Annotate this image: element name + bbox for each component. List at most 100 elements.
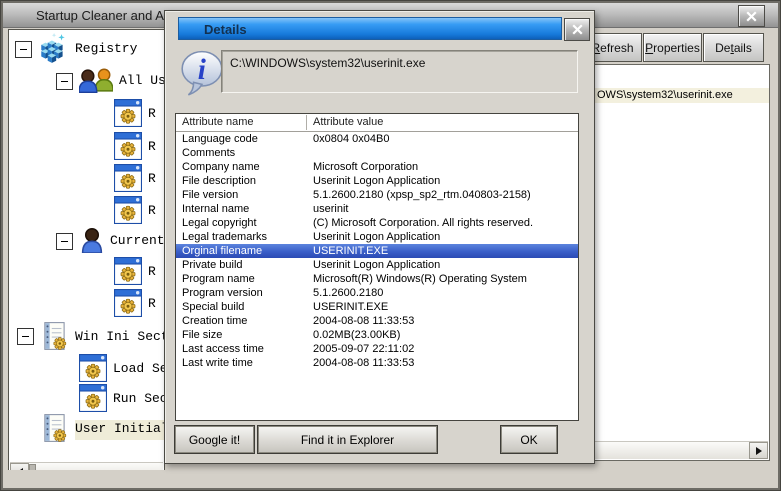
tree-item-run-key[interactable]: R [114,164,156,192]
run-key-icon [79,384,107,412]
attribute-name-cell: Orginal filename [182,244,262,258]
attribute-value-cell: Microsoft(R) Windows(R) Operating System [313,272,527,286]
info-icon: i [180,49,226,99]
attribute-name-cell: Special build [182,300,244,314]
tree-item-current-user[interactable]: Current [80,228,165,253]
table-row[interactable]: File description Userinit Logon Applicati… [176,174,578,188]
attribute-table-body: Language code0x0804 0x04B0CommentsCompan… [176,132,578,370]
run-key-icon [114,196,142,224]
table-row[interactable]: Company name Microsoft Corporation [176,160,578,174]
scroll-right-button[interactable] [749,442,768,459]
attribute-value-cell: Userinit Logon Application [313,230,440,244]
attribute-value-cell: USERINIT.EXE [313,300,388,314]
attribute-name-cell: Language code [182,132,258,146]
attribute-name-cell: File description [182,174,256,188]
attribute-table-header: Attribute name Attribute value [176,114,578,132]
app-window: Startup Cleaner and A Registry All Use R… [0,0,781,491]
list-horizontal-scrollbar[interactable] [595,441,768,459]
attribute-name-cell: Comments [182,146,235,160]
expand-toggle[interactable] [17,328,34,345]
registry-icon [37,33,69,63]
table-row[interactable]: File size 0.02MB(23.00KB) [176,328,578,342]
table-row[interactable]: Legal copyright(C) Microsoft Corporation… [176,216,578,230]
table-row[interactable]: Language code0x0804 0x04B0 [176,132,578,146]
attribute-value-cell: 5.1.2600.2180 (xpsp_sp2_rtm.040803-2158) [313,188,531,202]
arrow-right-icon [756,447,762,455]
table-row[interactable]: Legal trademarks Userinit Logon Applicati… [176,230,578,244]
all-users-icon [79,68,113,93]
column-divider[interactable] [306,115,307,130]
tree-item-run-key[interactable]: R [114,132,156,160]
run-key-icon [114,99,142,127]
table-row[interactable]: Creation time 2004-08-08 11:33:53 [176,314,578,328]
expand-toggle[interactable] [56,233,73,250]
attribute-value-cell: (C) Microsoft Corporation. All rights re… [313,216,533,230]
startup-tree-panel: Registry All Use R R R R Current [8,29,165,481]
attribute-name-cell: File version [182,188,238,202]
attribute-name-cell: Creation time [182,314,247,328]
table-row[interactable]: Special build USERINIT.EXE [176,300,578,314]
table-row[interactable]: Internal nameuserinit [176,202,578,216]
tree-item-load-section[interactable]: Load Se [79,354,165,382]
details-button[interactable]: Details [703,33,764,62]
tree-item-registry[interactable]: Registry [37,33,137,63]
properties-button[interactable]: Properties [643,33,702,62]
run-key-icon [114,164,142,192]
main-window-title: Startup Cleaner and A [36,8,164,23]
column-header-attribute-name[interactable]: Attribute name [182,116,254,128]
tree-item-win-ini-section[interactable]: Win Ini Secti [41,321,165,351]
attribute-value-cell: USERINIT.EXE [313,244,388,258]
startup-entries-list: OWS\system32\userinit.exe [593,64,770,461]
attribute-value-cell: 0.02MB(23.00KB) [313,328,400,342]
expand-toggle[interactable] [56,73,73,90]
attribute-table: Attribute name Attribute value Language … [175,113,579,421]
table-row[interactable]: Last write time2004-08-08 11:33:53 [176,356,578,370]
ini-file-icon [41,321,69,351]
tree-item-run-key[interactable]: R [114,257,156,285]
dialog-titlebar[interactable]: Details [178,17,562,40]
attribute-value-cell: Userinit Logon Application [313,174,440,188]
attribute-name-cell: Legal trademarks [182,230,267,244]
tree-item-user-initialization[interactable]: User Initiali [41,413,165,443]
attribute-value-cell: 2005-09-07 22:11:02 [313,342,414,356]
dialog-title: Details [204,22,247,37]
file-list-item[interactable]: OWS\system32\userinit.exe [594,88,769,103]
file-path-box: C:\WINDOWS\system32\userinit.exe [221,50,578,93]
tree-item-run-key[interactable]: R [114,99,156,127]
table-row[interactable]: File version 5.1.2600.2180 (xpsp_sp2_rtm.… [176,188,578,202]
find-in-explorer-button[interactable]: Find it in Explorer [257,425,438,454]
ok-button[interactable]: OK [500,425,558,454]
attribute-name-cell: File size [182,328,222,342]
google-it-button[interactable]: Google it! [174,425,255,454]
table-row[interactable]: Program name Microsoft(R) Windows(R) Oper… [176,272,578,286]
attribute-value-cell: 2004-08-08 11:33:53 [313,356,414,370]
table-row[interactable]: Last access time 2005-09-07 22:11:02 [176,342,578,356]
status-bar [3,470,778,488]
table-row[interactable]: Orginal filename USERINIT.EXE [176,244,578,258]
attribute-value-cell: userinit [313,202,348,216]
details-dialog: Details i C:\WINDOWS\system32\userinit.e… [164,10,595,464]
tree-item-all-users[interactable]: All Use [79,68,165,93]
attribute-name-cell: Program version [182,286,263,300]
attribute-value-cell: 5.1.2600.2180 [313,286,383,300]
expand-toggle[interactable] [15,41,32,58]
tree-item-run-section[interactable]: Run Sec [79,384,165,412]
attribute-value-cell: 2004-08-08 11:33:53 [313,314,414,328]
column-header-attribute-value[interactable]: Attribute value [313,116,383,128]
svg-text:i: i [198,54,206,86]
run-key-icon [114,289,142,317]
close-icon [746,11,757,22]
attribute-value-cell: Microsoft Corporation [313,160,418,174]
tree-item-run-key[interactable]: R [114,196,156,224]
close-icon [572,24,583,35]
table-row[interactable]: Comments [176,146,578,160]
dialog-close-button[interactable] [564,18,590,41]
attribute-name-cell: Company name [182,160,260,174]
main-close-button[interactable] [738,5,765,27]
table-row[interactable]: Private buildUserinit Logon Application [176,258,578,272]
attribute-name-cell: Last access time [182,342,264,356]
attribute-name-cell: Private build [182,258,243,272]
attribute-name-cell: Program name [182,272,255,286]
tree-item-run-key[interactable]: R [114,289,156,317]
table-row[interactable]: Program version 5.1.2600.2180 [176,286,578,300]
